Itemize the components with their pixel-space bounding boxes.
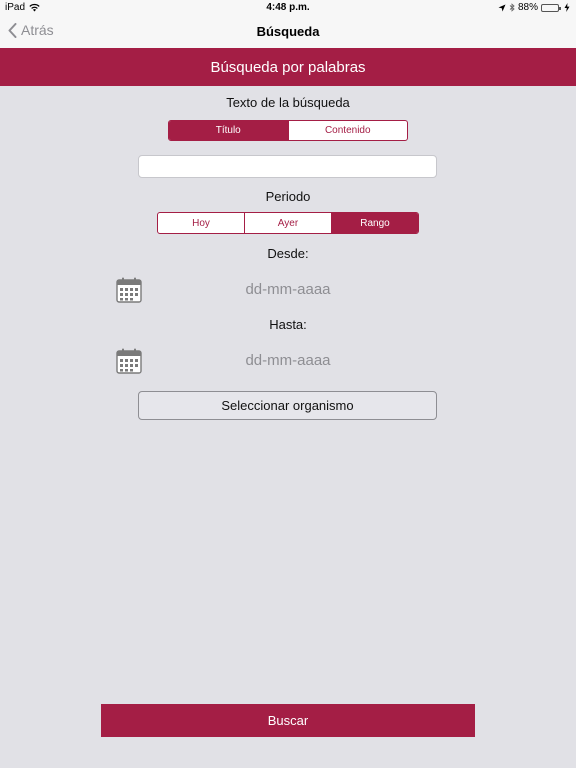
- from-date-field[interactable]: dd-mm-aaaa: [0, 281, 576, 298]
- section-header: Búsqueda por palabras: [0, 48, 576, 86]
- segment-range[interactable]: Rango: [331, 213, 418, 233]
- location-arrow-icon: [498, 4, 506, 11]
- search-input[interactable]: [138, 155, 437, 178]
- status-right: 88%: [498, 2, 570, 13]
- period-label: Periodo: [265, 189, 311, 204]
- segment-today[interactable]: Hoy: [158, 213, 244, 233]
- segment-yesterday[interactable]: Ayer: [244, 213, 331, 233]
- select-organism-button[interactable]: Seleccionar organismo: [138, 391, 437, 420]
- status-bar: iPad 4:48 p.m. 88%: [0, 0, 576, 16]
- search-text-label: Texto de la búsqueda: [226, 95, 350, 110]
- to-date-field[interactable]: dd-mm-aaaa: [0, 352, 576, 369]
- segment-title[interactable]: Título: [169, 121, 288, 140]
- segment-content[interactable]: Contenido: [287, 121, 408, 140]
- period-segmented-control: Hoy Ayer Rango: [157, 212, 419, 234]
- bluetooth-icon: [509, 3, 515, 12]
- from-date-label: Desde:: [267, 246, 309, 261]
- select-organism-label: Seleccionar organismo: [221, 398, 354, 413]
- battery-percent: 88%: [517, 2, 538, 13]
- search-button-label: Buscar: [267, 713, 309, 728]
- page-title: Búsqueda: [256, 24, 320, 39]
- status-time: 4:48 p.m.: [266, 2, 310, 13]
- to-date-label: Hasta:: [269, 317, 307, 332]
- section-header-title: Búsqueda por palabras: [210, 58, 366, 76]
- navigation-bar: Atrás Búsqueda: [0, 16, 576, 48]
- charging-bolt-icon: [564, 3, 570, 12]
- battery-icon: [541, 3, 561, 12]
- search-scope-segmented-control: Título Contenido: [168, 120, 408, 141]
- search-button[interactable]: Buscar: [101, 704, 475, 737]
